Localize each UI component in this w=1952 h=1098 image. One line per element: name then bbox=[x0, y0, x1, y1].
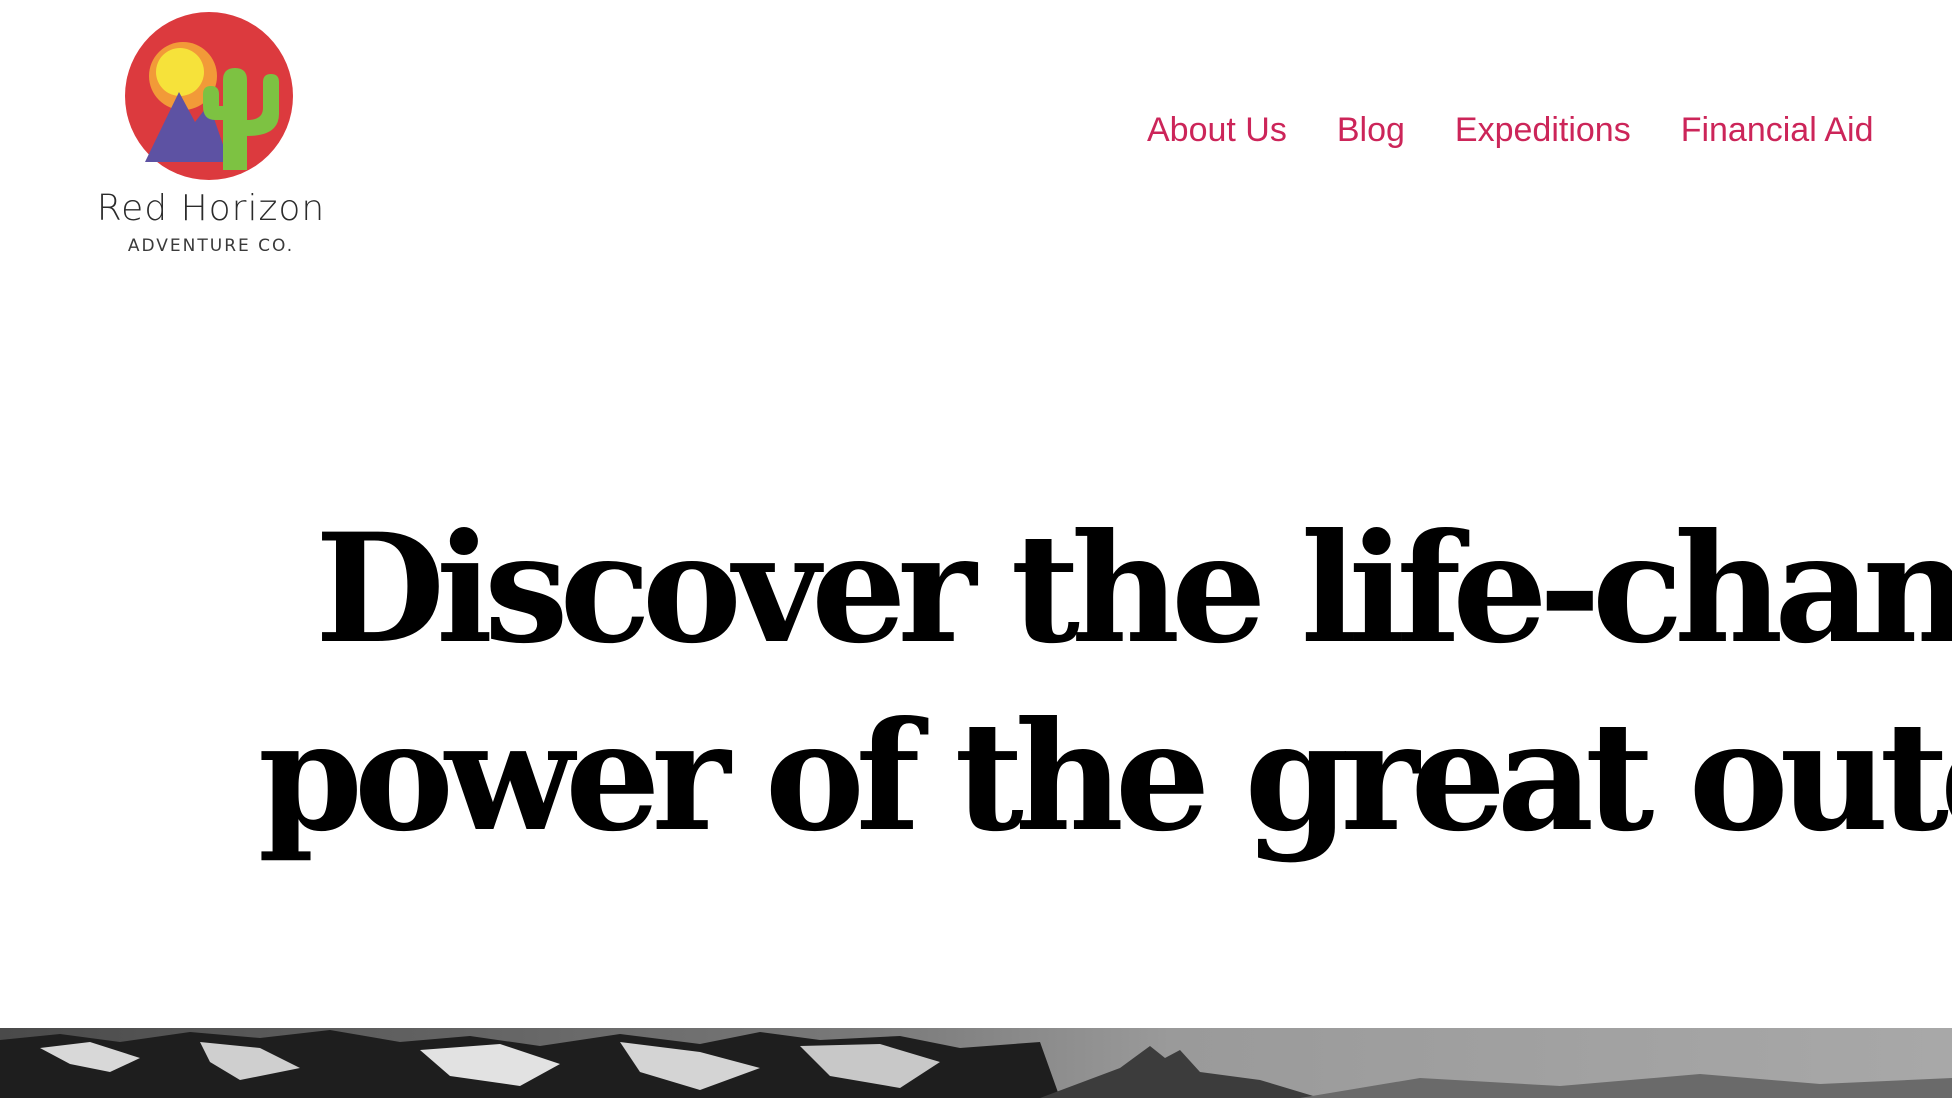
nav-expeditions[interactable]: Expeditions bbox=[1455, 108, 1631, 152]
snowy-mountains-photo bbox=[0, 1028, 1952, 1098]
hero-mountain-image bbox=[0, 1028, 1952, 1098]
site-logo[interactable]: Red Horizon ADVENTURE CO. bbox=[66, 10, 356, 260]
hero-title-line-1: Discover the life-changing bbox=[315, 501, 1952, 677]
sun-mountain-cactus-icon bbox=[125, 12, 293, 180]
hero-title: Discover the life-changing power of the … bbox=[0, 495, 1952, 871]
nav-blog[interactable]: Blog bbox=[1337, 108, 1405, 152]
hero-title-line-2: power of the great outdoors bbox=[258, 689, 1952, 865]
brand-name: Red Horizon bbox=[96, 188, 326, 229]
brand-tagline: ADVENTURE CO. bbox=[127, 236, 295, 256]
page: Red Horizon ADVENTURE CO. About Us Blog … bbox=[0, 0, 1952, 1098]
nav-about-us[interactable]: About Us bbox=[1147, 108, 1287, 152]
nav-financial-aid[interactable]: Financial Aid bbox=[1681, 108, 1874, 152]
main-nav: About Us Blog Expeditions Financial Aid bbox=[1147, 108, 1873, 152]
